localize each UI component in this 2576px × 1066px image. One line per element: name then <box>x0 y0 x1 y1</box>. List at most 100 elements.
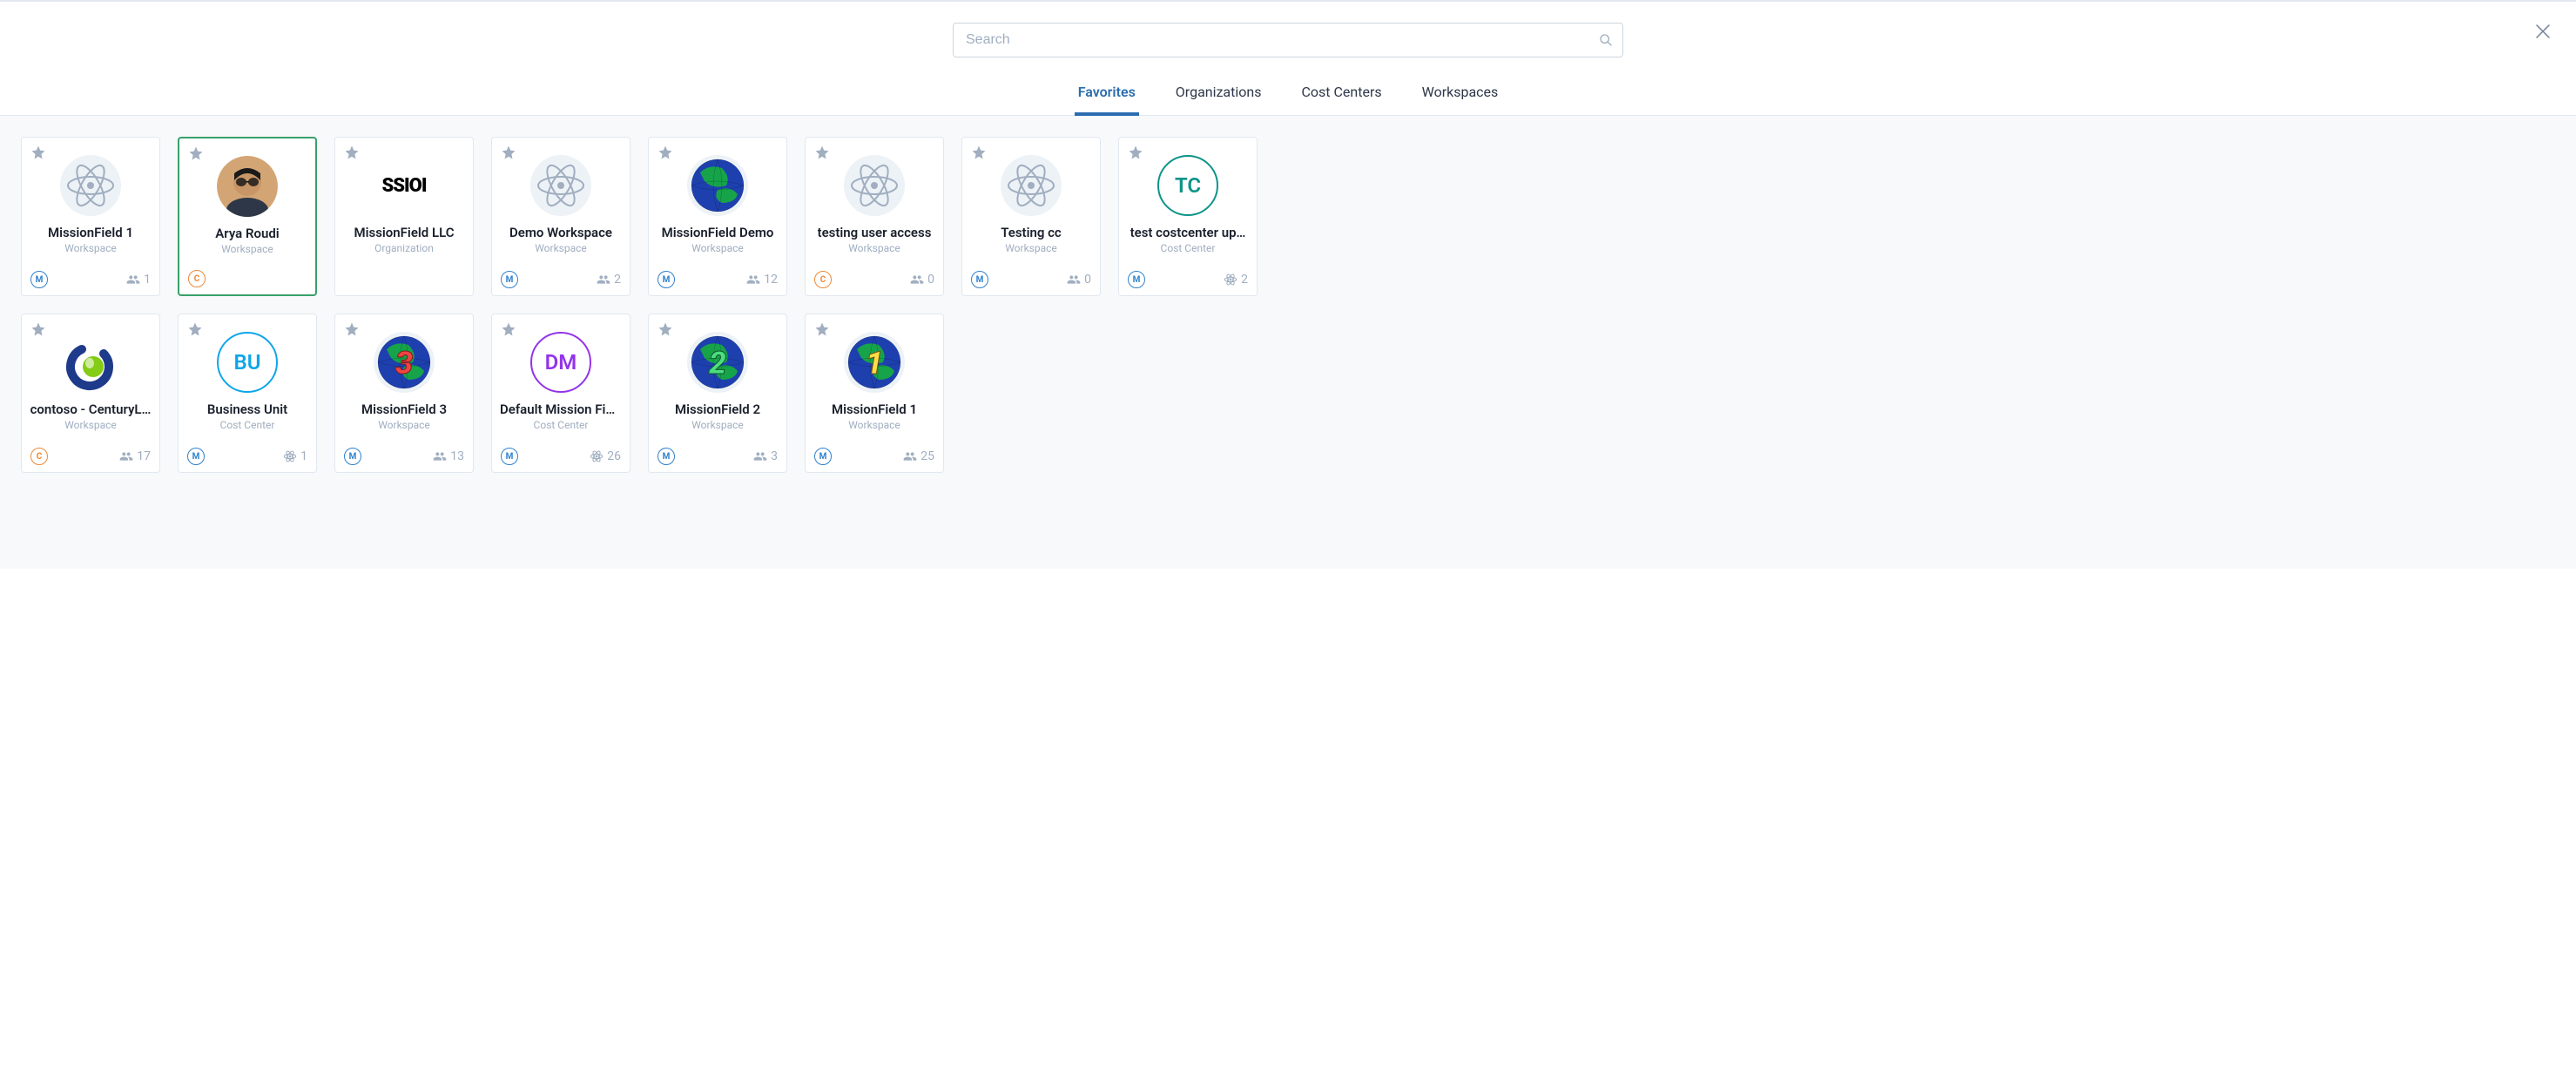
count: 1 <box>126 273 151 287</box>
tab-organizations[interactable]: Organizations <box>1172 75 1265 116</box>
avatar: DM <box>530 332 591 393</box>
count-value: 0 <box>927 273 934 287</box>
count: 13 <box>433 449 464 463</box>
card-4[interactable]: MissionField Demo Workspace M 12 <box>648 137 787 296</box>
card-subtitle: Workspace <box>378 419 430 431</box>
card-3[interactable]: Demo WorkspaceWorkspaceM2 <box>491 137 631 296</box>
close-icon <box>2532 21 2553 42</box>
users-icon <box>597 273 610 287</box>
card-footer: M26 <box>501 448 621 465</box>
card-13[interactable]: 1MissionField 1WorkspaceM25 <box>805 314 944 473</box>
count: 25 <box>903 449 934 463</box>
count: 0 <box>910 273 934 287</box>
card-title: testing user access <box>818 225 932 240</box>
card-title: Business Unit <box>207 401 287 417</box>
users-icon <box>746 273 760 287</box>
content-area: MissionField 1WorkspaceM1Arya RoudiWorks… <box>0 116 2576 569</box>
card-footer: C17 <box>30 448 151 465</box>
card-11[interactable]: DMDefault Mission Fie…Cost CenterM26 <box>491 314 631 473</box>
card-subtitle: Cost Center <box>1161 242 1216 254</box>
favorite-star-icon[interactable] <box>501 321 516 337</box>
card-1[interactable]: Arya RoudiWorkspaceC <box>178 137 317 296</box>
tab-workspaces[interactable]: Workspaces <box>1419 75 1502 116</box>
role-badge: M <box>657 271 675 288</box>
avatar: 2 <box>687 332 748 393</box>
card-footer: M0 <box>971 271 1091 288</box>
favorite-star-icon[interactable] <box>814 145 830 160</box>
favorite-star-icon[interactable] <box>657 321 673 337</box>
card-6[interactable]: Testing ccWorkspaceM0 <box>961 137 1101 296</box>
count: 1 <box>283 449 307 463</box>
card-8[interactable]: contoso - CenturyL…WorkspaceC17 <box>21 314 160 473</box>
count-value: 17 <box>137 449 151 463</box>
card-subtitle: Workspace <box>64 242 117 254</box>
avatar <box>217 156 278 217</box>
card-2[interactable]: SSIOIMissionField LLCOrganization <box>334 137 474 296</box>
card-footer: M2 <box>1128 271 1248 288</box>
favorite-star-icon[interactable] <box>1128 145 1143 160</box>
avatar: 1 <box>844 332 905 393</box>
favorite-star-icon[interactable] <box>187 321 203 337</box>
role-badge: M <box>501 271 518 288</box>
count-value: 0 <box>1084 273 1091 287</box>
avatar: BU <box>217 332 278 393</box>
favorite-star-icon[interactable] <box>30 321 46 337</box>
role-badge: M <box>501 448 518 465</box>
card-0[interactable]: MissionField 1WorkspaceM1 <box>21 137 160 296</box>
favorite-star-icon[interactable] <box>30 145 46 160</box>
card-subtitle: Workspace <box>691 419 744 431</box>
card-subtitle: Workspace <box>848 242 900 254</box>
card-title: Arya Roudi <box>215 226 279 241</box>
avatar <box>530 155 591 216</box>
close-button[interactable] <box>2532 21 2553 42</box>
count-value: 1 <box>144 273 151 287</box>
favorite-star-icon[interactable] <box>344 321 360 337</box>
card-title: Testing cc <box>1001 225 1062 240</box>
count-value: 12 <box>764 273 778 287</box>
tab-favorites[interactable]: Favorites <box>1075 75 1139 116</box>
search-icon <box>1599 33 1613 47</box>
card-footer: M1 <box>187 448 307 465</box>
atom-icon <box>590 449 604 463</box>
search-box <box>953 23 1623 57</box>
avatar <box>844 155 905 216</box>
card-subtitle: Cost Center <box>220 419 275 431</box>
card-7[interactable]: TCtest costcenter up…Cost CenterM2 <box>1118 137 1258 296</box>
atom-icon <box>283 449 297 463</box>
users-icon <box>910 273 924 287</box>
favorite-star-icon[interactable] <box>971 145 987 160</box>
card-9[interactable]: BUBusiness UnitCost CenterM1 <box>178 314 317 473</box>
card-footer: M3 <box>657 448 778 465</box>
count: 2 <box>597 273 621 287</box>
role-badge: M <box>971 271 988 288</box>
card-title: MissionField 1 <box>832 401 917 417</box>
favorite-star-icon[interactable] <box>501 145 516 160</box>
card-10[interactable]: 3MissionField 3WorkspaceM13 <box>334 314 474 473</box>
tab-cost-centers[interactable]: Cost Centers <box>1298 75 1385 116</box>
card-footer: C0 <box>814 271 934 288</box>
card-title: MissionField 2 <box>675 401 760 417</box>
favorite-star-icon[interactable] <box>657 145 673 160</box>
role-badge: M <box>1128 271 1145 288</box>
card-12[interactable]: 2 MissionField 2 Workspace M3 <box>648 314 787 473</box>
card-5[interactable]: testing user access Workspace C0 <box>805 137 944 296</box>
favorite-star-icon[interactable] <box>188 145 204 161</box>
count-value: 2 <box>614 273 621 287</box>
favorite-star-icon[interactable] <box>344 145 360 160</box>
count: 17 <box>119 449 151 463</box>
role-badge: M <box>187 448 205 465</box>
card-subtitle: Organization <box>374 242 434 254</box>
users-icon <box>1067 273 1081 287</box>
card-title: MissionField Demo <box>662 225 774 240</box>
favorite-star-icon[interactable] <box>814 321 830 337</box>
card-subtitle: Workspace <box>221 243 273 255</box>
count: 3 <box>753 449 778 463</box>
search-input[interactable] <box>953 23 1623 57</box>
users-icon <box>126 273 140 287</box>
card-title: Default Mission Fie… <box>500 401 622 417</box>
count: 0 <box>1067 273 1091 287</box>
card-title: contoso - CenturyL… <box>30 401 152 417</box>
card-subtitle: Workspace <box>691 242 744 254</box>
count: 2 <box>1224 273 1248 287</box>
users-icon <box>433 449 447 463</box>
